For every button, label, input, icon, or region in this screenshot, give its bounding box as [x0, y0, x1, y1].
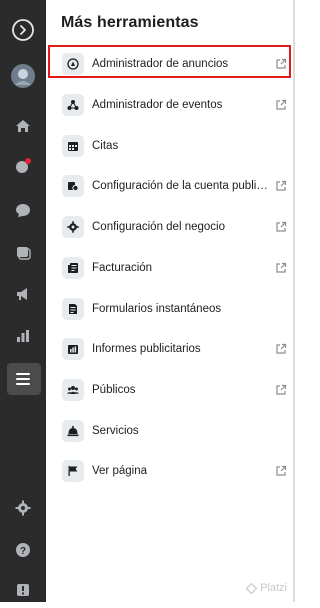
tool-audiences[interactable]: Públicos — [46, 370, 291, 410]
platzi-watermark: Platzi — [246, 582, 287, 594]
profile-avatar[interactable] — [0, 58, 46, 94]
content-icon[interactable] — [0, 234, 46, 270]
home-icon[interactable] — [0, 108, 46, 144]
tool-events-manager[interactable]: Administrador de eventos — [46, 85, 291, 125]
menu-icon[interactable] — [0, 361, 46, 397]
external-link-icon — [276, 180, 287, 191]
svg-text:?: ? — [20, 546, 26, 557]
tool-instant-forms[interactable]: Formularios instantáneos — [46, 289, 291, 329]
insights-chart-icon[interactable] — [0, 318, 46, 354]
external-link-icon — [276, 99, 287, 110]
tool-label: Facturación — [92, 262, 153, 274]
tool-label: Configuración del negocio — [92, 221, 225, 233]
calendar-icon — [62, 135, 84, 157]
tool-label: Configuración de la cuenta publicitaria — [92, 180, 269, 192]
more-tools-panel: Más herramientas Administrador de anunci… — [46, 0, 295, 602]
ad-account-settings-icon — [62, 175, 84, 197]
external-link-icon — [276, 384, 287, 395]
watermark-text: Platzi — [260, 582, 287, 594]
gear-icon — [62, 216, 84, 238]
notifications-icon[interactable] — [0, 148, 46, 184]
forms-icon — [62, 298, 84, 320]
tool-business-settings[interactable]: Configuración del negocio — [46, 207, 291, 247]
service-bell-icon — [62, 420, 84, 442]
tool-label: Públicos — [92, 384, 136, 396]
external-link-icon — [276, 221, 287, 232]
tool-label: Formularios instantáneos — [92, 303, 222, 315]
billing-icon — [62, 257, 84, 279]
left-sidebar: ? — [0, 0, 46, 602]
highlight-box — [48, 45, 291, 78]
settings-icon[interactable] — [0, 490, 46, 526]
right-edge-border — [293, 0, 295, 602]
audiences-icon — [62, 379, 84, 401]
tool-view-page[interactable]: Ver página — [46, 451, 291, 491]
events-manager-icon — [62, 94, 84, 116]
external-link-icon — [276, 465, 287, 476]
flag-icon — [62, 460, 84, 482]
tool-label: Servicios — [92, 425, 139, 437]
tool-billing[interactable]: Facturación — [46, 248, 291, 288]
external-link-icon — [276, 343, 287, 354]
tool-appointments[interactable]: Citas — [46, 126, 291, 166]
tool-ad-account-settings[interactable]: Configuración de la cuenta publicitaria — [46, 166, 291, 206]
tool-services[interactable]: Servicios — [46, 411, 291, 451]
messages-icon[interactable] — [0, 192, 46, 228]
report-icon[interactable] — [0, 572, 46, 608]
ads-megaphone-icon[interactable] — [0, 276, 46, 312]
tool-label: Citas — [92, 140, 119, 152]
help-icon[interactable]: ? — [0, 532, 46, 568]
reports-icon — [62, 338, 84, 360]
tool-label: Administrador de eventos — [92, 99, 223, 111]
panel-title: Más herramientas — [61, 14, 199, 31]
meta-logo-icon[interactable] — [0, 12, 46, 48]
tool-label: Informes publicitarios — [92, 343, 201, 355]
external-link-icon — [276, 262, 287, 273]
tool-label: Ver página — [92, 465, 147, 477]
tool-ad-reports[interactable]: Informes publicitarios — [46, 329, 291, 369]
